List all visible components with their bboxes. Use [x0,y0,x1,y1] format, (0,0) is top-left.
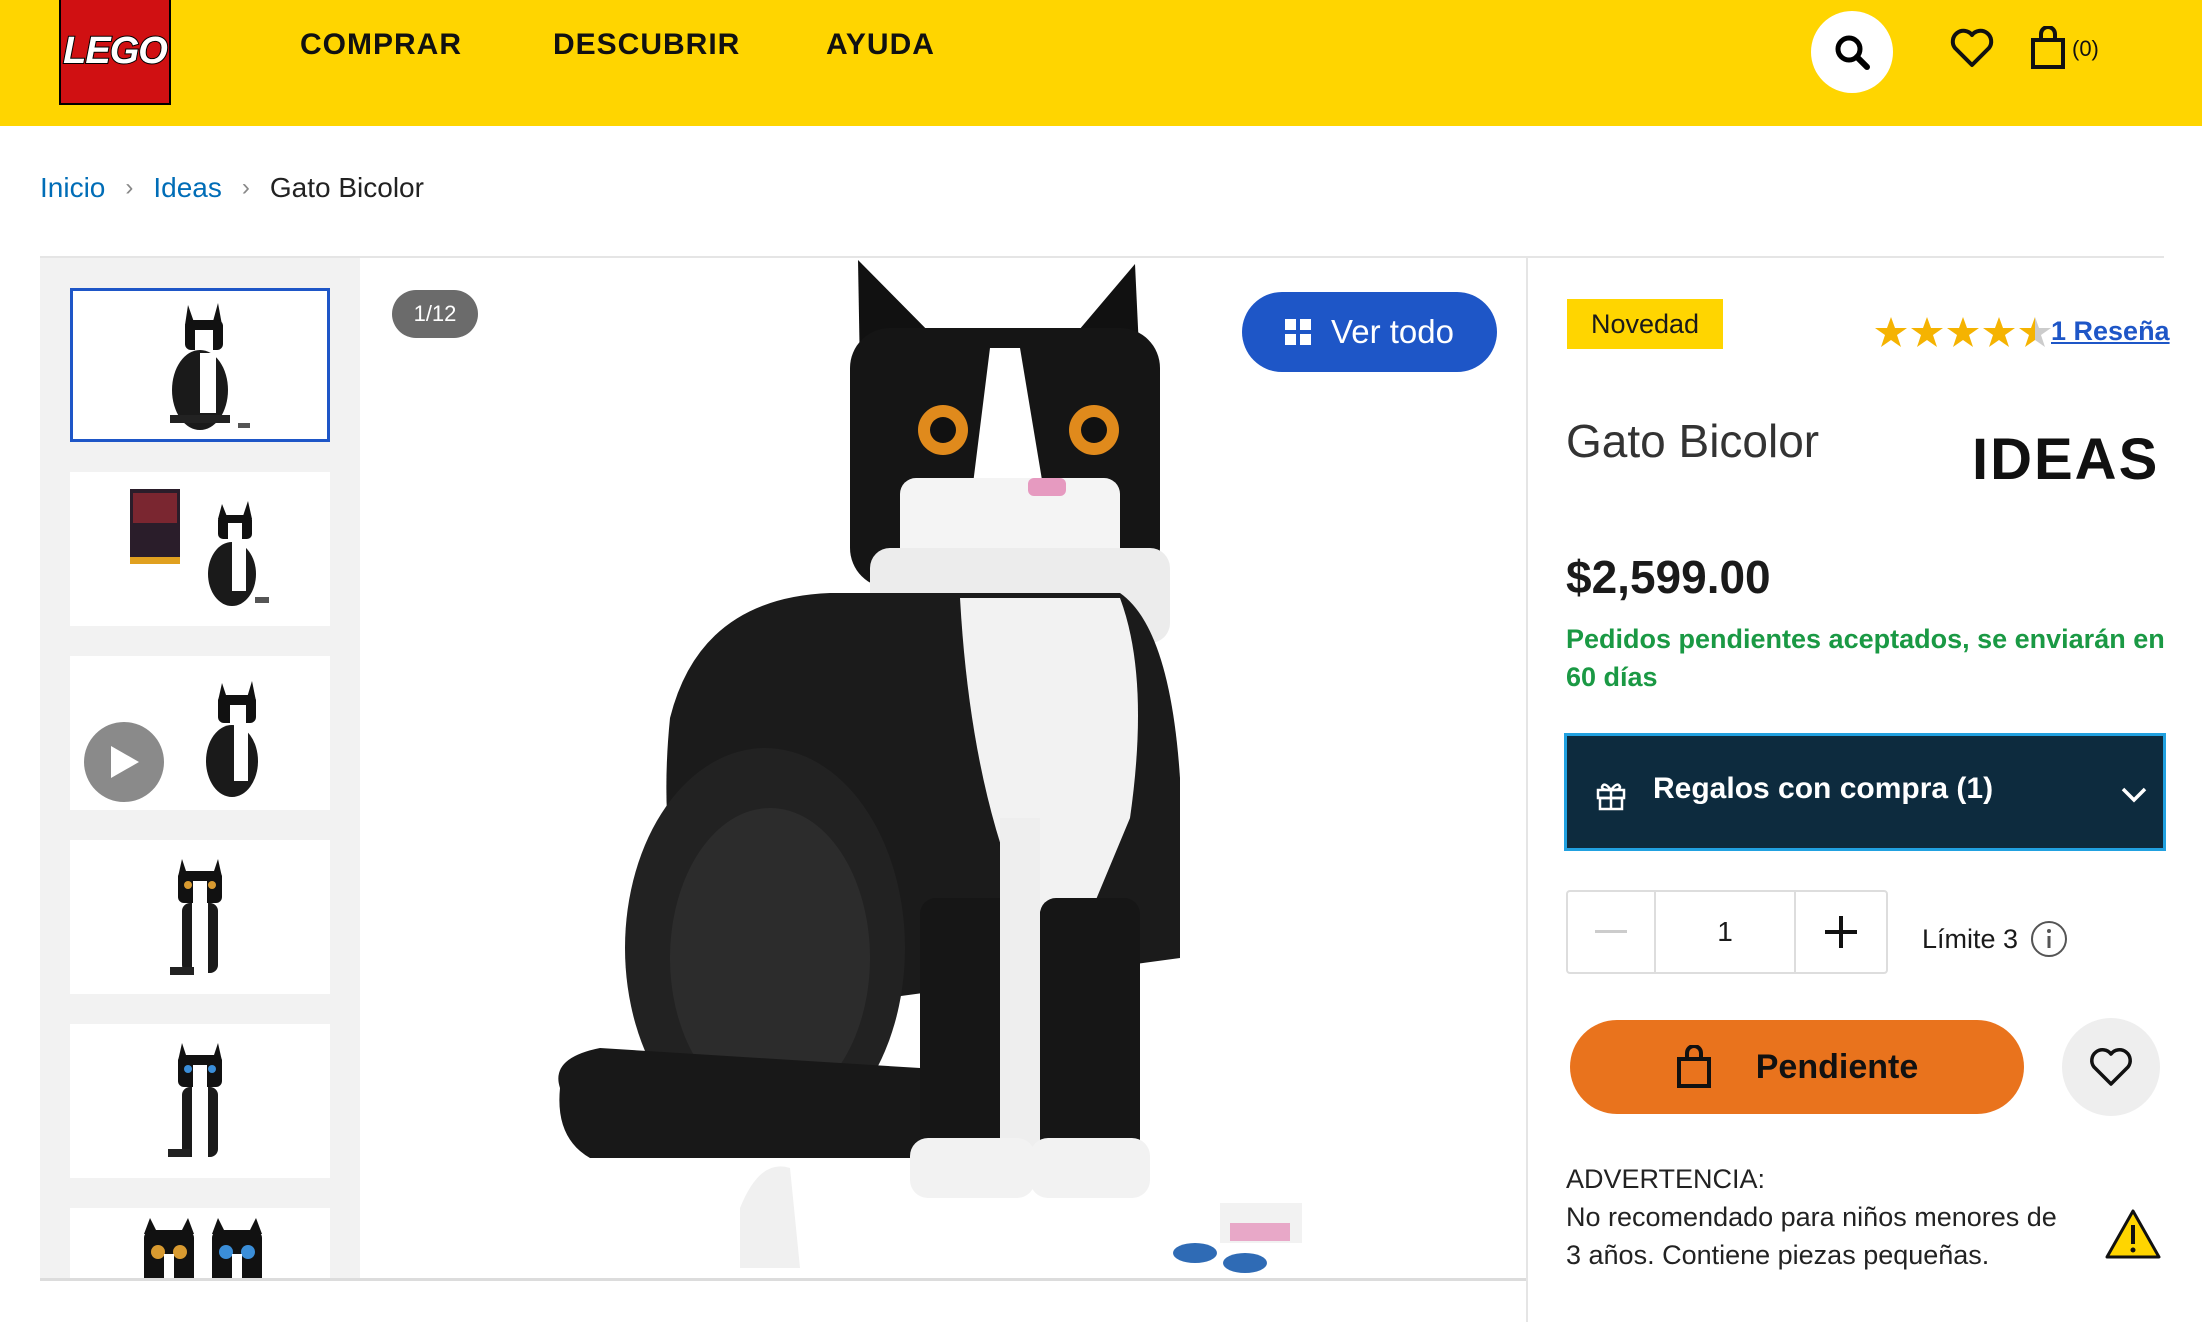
cat-thumbnail-image [170,303,250,430]
nav-descubrir[interactable]: DESCUBRIR [553,28,740,62]
ideas-theme-logo[interactable]: IDEAS [1972,426,2159,493]
warning-text: No recomendado para niños menores de 3 a… [1566,1202,2057,1270]
gift-icon [1596,783,1626,811]
thumbnail-5[interactable] [70,1024,330,1178]
star-icon [1947,317,1979,347]
minus-icon [1595,930,1627,933]
breadcrumb-category[interactable]: Ideas [153,172,222,204]
breadcrumb-current: Gato Bicolor [269,172,424,203]
image-counter: 1/12 [392,290,478,338]
reviews-link[interactable]: 1 Reseña [2051,316,2170,347]
shopping-bag-icon [1676,1045,1711,1088]
thumbnail-video[interactable] [70,656,330,810]
thumbnail-2[interactable] [70,472,330,626]
half-star-icon [2019,317,2051,347]
nav-comprar[interactable]: COMPRAR [300,28,462,62]
thumbnail-1[interactable] [70,288,330,442]
warning-title: ADVERTENCIA: [1566,1164,1766,1194]
new-badge: Novedad [1567,299,1723,349]
divider [1526,258,1528,1322]
cat-video-thumbnail [206,681,258,797]
lego-logo[interactable]: LEGO [59,0,171,105]
play-button[interactable] [84,722,164,802]
gifts-label: Regalos con compra (1) [1653,772,1994,805]
divider [40,1278,1526,1281]
product-price: $2,599.00 [1566,551,1771,603]
quantity-stepper: 1 [1566,890,1888,974]
wishlist-button[interactable] [1950,28,1994,68]
breadcrumb: Inicio › Ideas › Gato Bicolor [40,172,424,204]
chevron-right-icon: › [241,174,250,201]
backorder-label: Pendiente [1755,1047,1919,1086]
view-all-label: Ver todo [1331,313,1454,350]
cart-button[interactable] [2030,26,2066,70]
heart-icon [2090,1048,2132,1086]
warning-block: ADVERTENCIA: No recomendado para niños m… [1566,1160,2066,1274]
breadcrumb-home[interactable]: Inicio [40,172,105,204]
heart-icon [1950,28,1994,67]
lego-cat-image [558,260,1302,1273]
product-title: Gato Bicolor [1566,415,1820,467]
backorder-button[interactable]: Pendiente [1570,1020,2024,1114]
grid-icon [1285,319,1312,345]
chevron-down-icon [2121,787,2147,803]
top-header: LEGO COMPRAR DESCUBRIR AYUDA (0) [0,0,2202,126]
star-icon [1983,317,2015,347]
shopping-bag-icon [2031,26,2065,69]
plus-icon [1825,916,1857,948]
quantity-input[interactable]: 1 [1656,892,1796,972]
rating-stars[interactable] [1874,316,2052,348]
search-icon [1835,35,1870,70]
thumbnail-4[interactable] [70,840,330,994]
warning-triangle-icon [2105,1209,2161,1259]
cat-blue-eyes-image [168,1043,222,1157]
box-and-set-image [130,489,269,606]
main-product-image[interactable] [360,258,1526,1278]
decrease-button[interactable] [1568,892,1656,972]
cat-front-image [170,859,222,975]
thumbnail-strip[interactable] [40,258,360,1280]
limit-text: Límite 3 [1922,923,2019,954]
star-icon [1911,317,1943,347]
increase-button[interactable] [1796,892,1886,972]
availability-text: Pedidos pendientes aceptados, se enviará… [1566,624,2165,692]
search-button[interactable] [1811,11,1893,93]
cart-count: (0) [2072,36,2099,61]
view-all-button[interactable]: Ver todo [1242,292,1497,372]
info-icon[interactable] [2030,920,2068,958]
play-icon [111,746,139,778]
gifts-with-purchase-dropdown[interactable]: Regalos con compra (1) [1564,733,2166,851]
star-icon [1875,317,1907,347]
quantity-limit: Límite 3 [1922,920,2068,958]
chevron-right-icon: › [125,174,134,201]
add-to-wishlist-button[interactable] [2062,1018,2160,1116]
thumbnail-6[interactable] [70,1208,330,1280]
cat-heads-image [144,1218,262,1280]
nav-ayuda[interactable]: AYUDA [826,28,935,62]
